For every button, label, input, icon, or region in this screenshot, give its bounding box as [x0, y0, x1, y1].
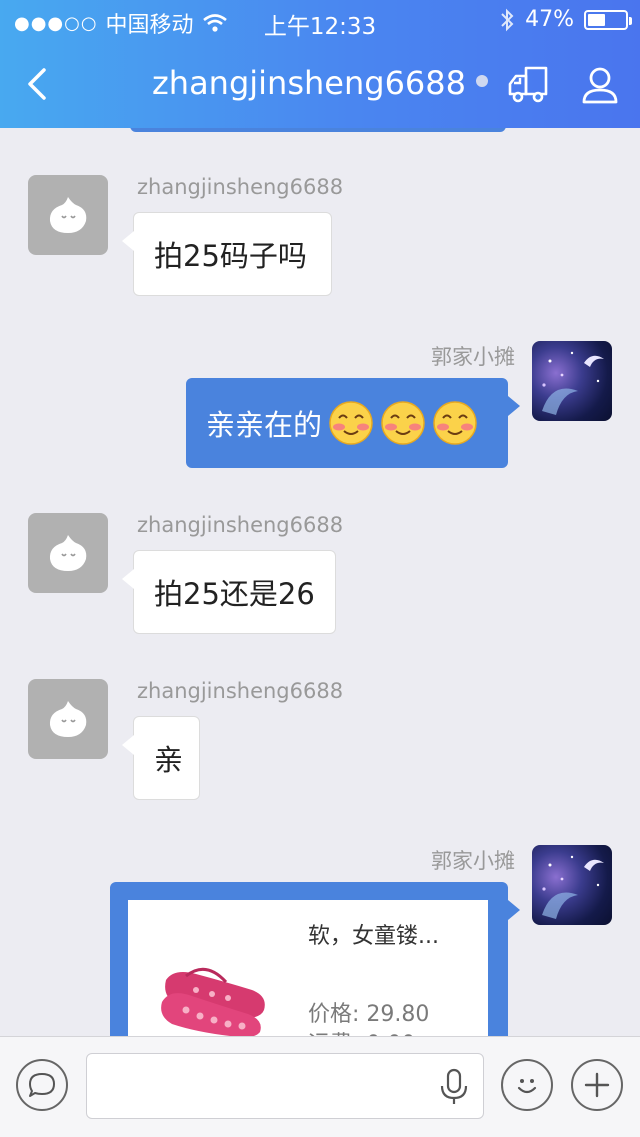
- nav-bar: zhangjinsheng6688: [0, 40, 640, 128]
- night-sky-avatar-icon: [542, 351, 604, 415]
- battery-percent: 47%: [525, 7, 574, 32]
- sender-name: zhangjinsheng6688: [137, 175, 344, 199]
- sender-name: zhangjinsheng6688: [137, 513, 344, 537]
- avatar[interactable]: [28, 513, 108, 593]
- shoe-product-image: [161, 967, 265, 1038]
- status-right: 47%: [499, 7, 632, 32]
- blush-smile-emoji-icon: [433, 401, 477, 445]
- bluetooth-icon: [501, 8, 514, 31]
- message-text: 亲亲在的: [206, 408, 323, 442]
- avatar[interactable]: [532, 341, 612, 421]
- message-bubble[interactable]: 拍25码子吗: [122, 212, 332, 296]
- plus-icon[interactable]: [571, 1059, 623, 1111]
- message-text: 拍25码子吗: [154, 239, 307, 273]
- chat-title-text: zhangjinsheng6688: [151, 64, 466, 102]
- default-avatar-icon: [49, 535, 87, 571]
- message-bubble[interactable]: 亲: [122, 716, 200, 800]
- avatar[interactable]: [28, 175, 108, 255]
- avatar[interactable]: [532, 845, 612, 925]
- online-status-dot: [476, 75, 488, 87]
- blush-smile-emoji-icon: [329, 401, 373, 445]
- default-avatar-icon: [49, 197, 87, 233]
- status-bar: ●●●○○ 中国移动 上午12:33 47%: [0, 0, 640, 40]
- default-avatar-icon: [49, 701, 87, 737]
- message-text: 亲: [154, 743, 184, 777]
- smile-icon[interactable]: [501, 1059, 553, 1111]
- app-header: ●●●○○ 中国移动 上午12:33 47% zhangjinsheng6688: [0, 0, 640, 128]
- sender-name: 郭家小摊: [431, 345, 515, 369]
- battery-icon: [584, 9, 632, 30]
- input-bar: [0, 1036, 640, 1137]
- truck-icon[interactable]: [506, 64, 550, 104]
- chat-bubble-icon[interactable]: [16, 1059, 68, 1111]
- user-icon[interactable]: [578, 64, 622, 108]
- sender-name: 郭家小摊: [431, 849, 515, 873]
- product-title: 软，女童镂...: [308, 924, 439, 949]
- avatar[interactable]: [28, 679, 108, 759]
- blush-smile-emoji-icon: [381, 401, 425, 445]
- message-bubble[interactable]: 亲亲在的: [186, 378, 520, 468]
- product-price: 价格: 29.80: [308, 1002, 430, 1027]
- night-sky-avatar-icon: [542, 855, 604, 919]
- microphone-icon[interactable]: [439, 1068, 469, 1106]
- sender-name: zhangjinsheng6688: [137, 679, 344, 703]
- message-input[interactable]: [86, 1053, 484, 1119]
- message-text: 拍25还是26: [154, 577, 315, 611]
- message-bubble[interactable]: 拍25还是26: [122, 550, 336, 634]
- chat-area[interactable]: zhangjinsheng6688 拍25码子吗 郭家小摊 亲亲在的 zhang…: [0, 0, 640, 1136]
